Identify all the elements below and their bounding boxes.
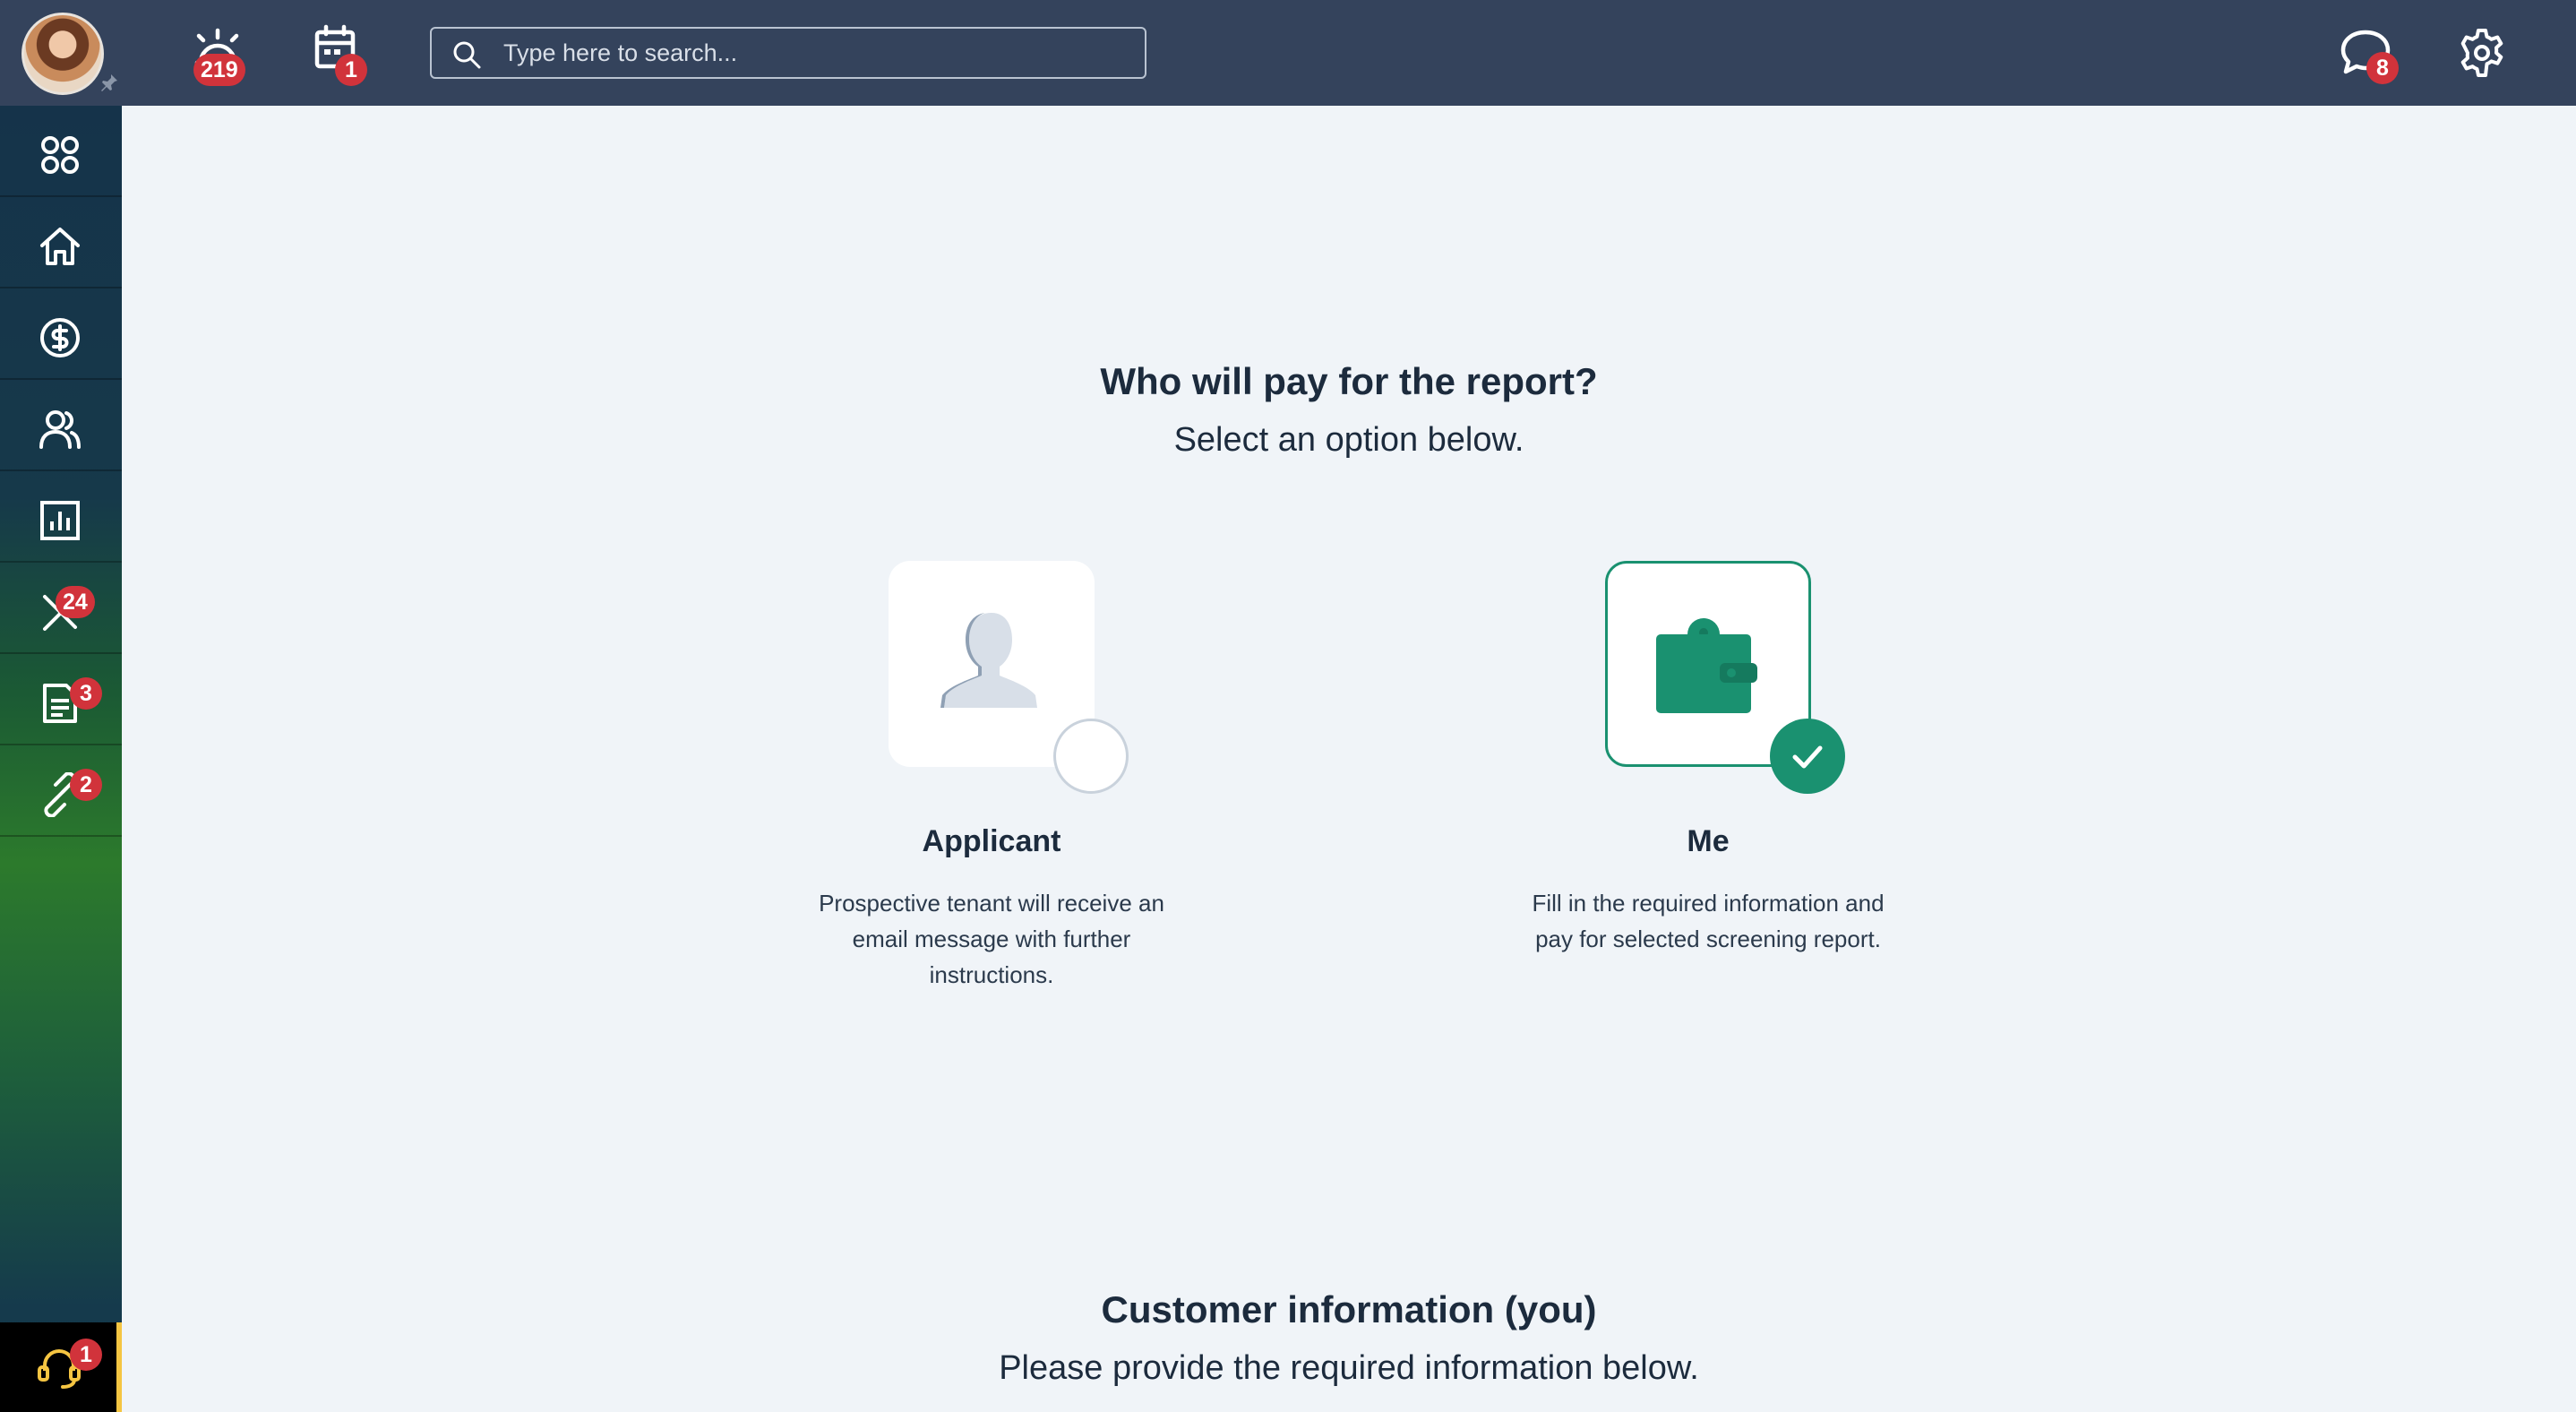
payer-subtitle: Select an option below. [1173, 421, 1524, 459]
sidebar-item-apps[interactable] [0, 106, 122, 197]
sidebar-item-connections[interactable]: 2 [0, 745, 122, 837]
applicant-title: Applicant [922, 824, 1061, 858]
top-bar: 219 1 8 [0, 0, 2576, 106]
maintenance-badge: 24 [56, 586, 95, 618]
search-box[interactable] [430, 27, 1146, 79]
sidebar-item-home[interactable] [0, 197, 122, 288]
sidebar-item-people[interactable] [0, 380, 122, 471]
payer-title: Who will pay for the report? [1100, 360, 1598, 402]
main-content: Who will pay for the report? Select an o… [122, 106, 2576, 1412]
notifications-button[interactable]: 219 [186, 22, 249, 86]
bar-chart-icon [40, 501, 80, 540]
sidebar-item-reports[interactable] [0, 471, 122, 563]
user-avatar[interactable] [21, 13, 104, 95]
support-badge: 1 [70, 1339, 102, 1371]
people-icon [39, 410, 81, 449]
me-title: Me [1687, 824, 1730, 858]
sidebar: 24 3 2 1 [0, 106, 122, 1412]
customer-subtitle: Please provide the required information … [999, 1349, 1699, 1387]
sidebar-item-accounting[interactable] [0, 288, 122, 380]
notifications-badge: 219 [193, 54, 245, 86]
sidebar-item-documents[interactable]: 3 [0, 654, 122, 745]
home-icon [40, 228, 80, 265]
applicant-description: Prospective tenant will receive an email… [819, 890, 1164, 988]
apps-grid-icon [41, 136, 79, 174]
calendar-badge: 1 [335, 54, 367, 86]
support-button[interactable]: 1 [0, 1322, 122, 1412]
checkmark-icon [1792, 745, 1823, 769]
applicant-radio[interactable] [1053, 719, 1129, 794]
connections-badge: 2 [70, 769, 102, 801]
messages-badge: 8 [2366, 52, 2399, 84]
documents-badge: 3 [70, 677, 102, 710]
settings-button[interactable] [2451, 22, 2513, 84]
me-description: Fill in the required information and pay… [1532, 890, 1885, 952]
dollar-icon [40, 318, 80, 357]
search-icon [453, 41, 481, 69]
calendar-button[interactable]: 1 [305, 22, 367, 86]
pin-icon[interactable] [99, 72, 120, 93]
search-input[interactable] [503, 36, 1121, 70]
sidebar-item-maintenance[interactable]: 24 [0, 563, 122, 654]
messages-button[interactable]: 8 [2334, 22, 2399, 84]
me-radio[interactable] [1770, 719, 1845, 794]
gear-icon [2460, 29, 2503, 77]
customer-title: Customer information (you) [1101, 1288, 1597, 1330]
